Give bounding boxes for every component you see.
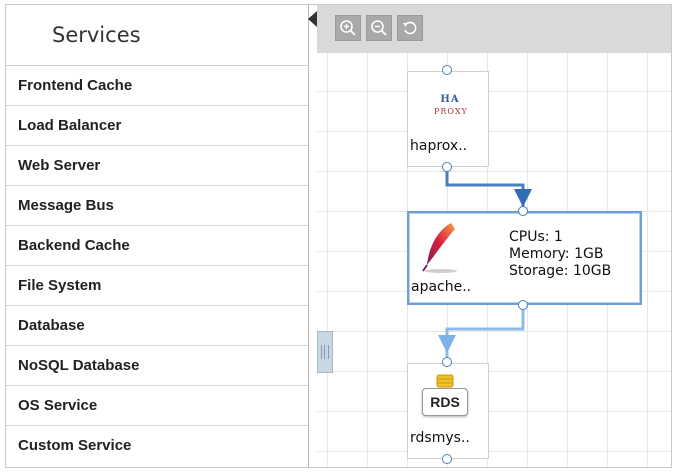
zoom-in-button[interactable] [335, 15, 361, 41]
sidebar-item-label: Web Server [18, 157, 101, 174]
rds-badge: RDS [422, 388, 468, 416]
haproxy-output-port[interactable] [442, 162, 452, 172]
sidebar-item-database[interactable]: Database [6, 306, 308, 346]
sidebar-title: Services [52, 23, 141, 47]
haproxy-logo: HA PROXY [434, 94, 468, 120]
zoom-out-icon [371, 20, 387, 36]
apache-input-port[interactable] [518, 206, 528, 216]
haproxy-node[interactable]: HA PROXY haprox.. [407, 71, 489, 167]
sidebar-item-label: Custom Service [18, 437, 132, 454]
sidebar-item-web-server[interactable]: Web Server [6, 146, 308, 186]
node-label: apache.. [411, 279, 472, 295]
cpus-value: CPUs: 1 [509, 229, 563, 245]
sidebar-item-nosql-database[interactable]: NoSQL Database [6, 346, 308, 386]
node-info: CPUs: 1 Memory: 1GB Storage: 10GB [509, 229, 611, 280]
sidebar-item-message-bus[interactable]: Message Bus [6, 186, 308, 226]
haproxy-logo-line2: PROXY [434, 107, 468, 116]
collapse-sidebar-icon[interactable] [308, 11, 317, 27]
sidebar-item-label: Database [18, 317, 85, 334]
storage-value: Storage: 10GB [509, 263, 612, 279]
haproxy-input-port[interactable] [442, 65, 452, 75]
sidebar-item-backend-cache[interactable]: Backend Cache [6, 226, 308, 266]
services-sidebar: Services Frontend Cache Load Balancer We… [6, 5, 309, 467]
connector-arrow [514, 189, 532, 207]
rds-node[interactable]: RDS rdsmys.. [407, 363, 489, 459]
app-window: Services Frontend Cache Load Balancer We… [5, 4, 672, 468]
sidebar-item-label: Backend Cache [18, 237, 130, 254]
sidebar-item-label: Frontend Cache [18, 77, 133, 94]
database-icon [436, 374, 454, 388]
sidebar-item-load-balancer[interactable]: Load Balancer [6, 106, 308, 146]
zoom-in-icon [340, 20, 356, 36]
memory-value: Memory: 1GB [509, 246, 604, 262]
node-label: haprox.. [410, 138, 468, 154]
haproxy-logo-line1: HA [440, 94, 460, 105]
reset-icon [403, 21, 417, 35]
canvas-toolbar [317, 5, 671, 53]
sidebar-item-frontend-cache[interactable]: Frontend Cache [6, 66, 308, 106]
sidebar-item-label: Load Balancer [18, 117, 122, 134]
resize-handle[interactable] [317, 331, 333, 373]
sidebar-item-label: File System [18, 277, 102, 294]
sidebar-item-label: OS Service [18, 397, 98, 414]
apache-node[interactable]: apache.. CPUs: 1 Memory: 1GB Storage: 10… [407, 211, 642, 305]
reset-button[interactable] [397, 15, 423, 41]
diagram-canvas[interactable]: HA PROXY haprox.. apache.. CPUs: 1 Memor… [317, 5, 671, 467]
sidebar-item-os-service[interactable]: OS Service [6, 386, 308, 426]
sidebar-header: Services [6, 5, 308, 66]
apache-feather-icon [422, 223, 457, 273]
apache-output-port[interactable] [518, 300, 528, 310]
sidebar-item-custom-service[interactable]: Custom Service [6, 426, 308, 465]
sidebar-item-label: NoSQL Database [18, 357, 140, 374]
zoom-out-button[interactable] [366, 15, 392, 41]
rds-output-port[interactable] [442, 454, 452, 464]
services-list: Frontend Cache Load Balancer Web Server … [6, 66, 308, 465]
grip-icon [321, 345, 329, 359]
sidebar-item-label: Message Bus [18, 197, 114, 214]
rds-input-port[interactable] [442, 357, 452, 367]
node-label: rdsmys.. [410, 430, 470, 446]
connector-arrow [438, 335, 456, 353]
sidebar-item-file-system[interactable]: File System [6, 266, 308, 306]
